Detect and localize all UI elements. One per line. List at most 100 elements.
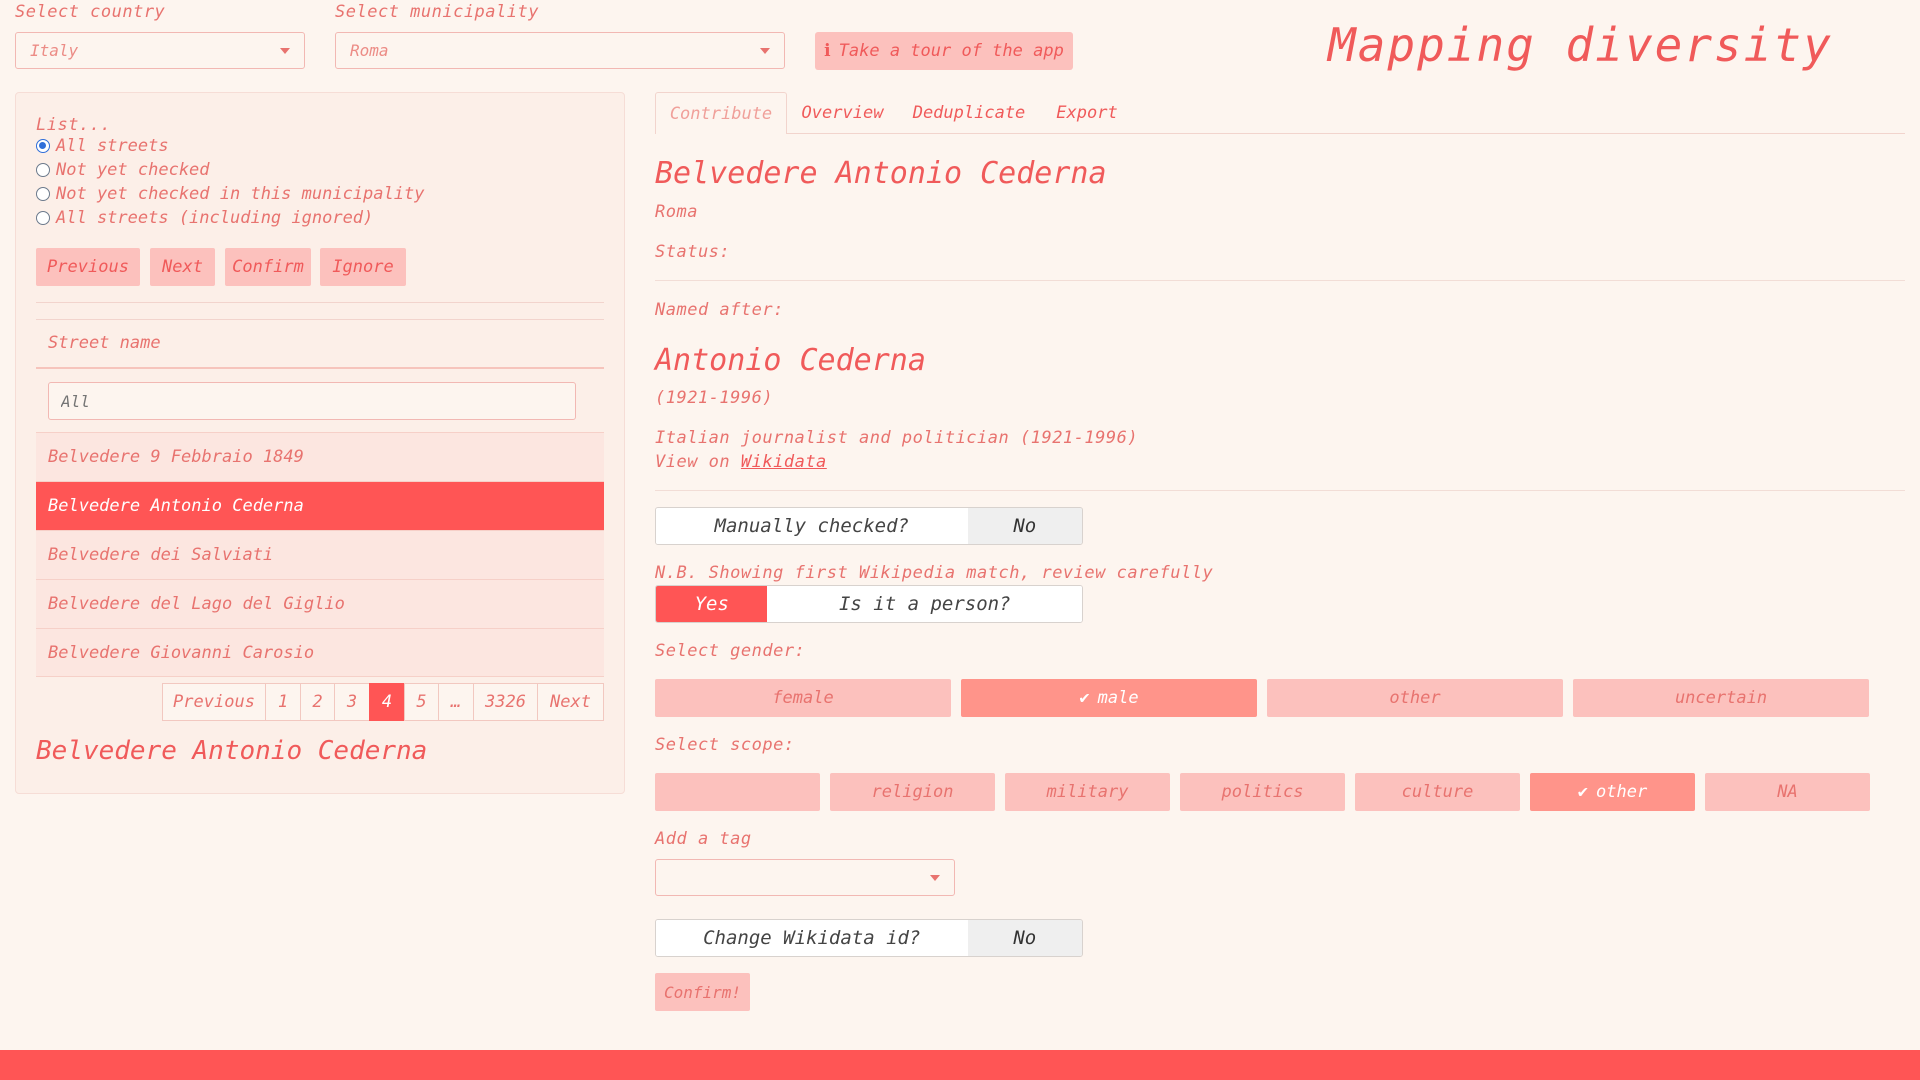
status-label: Status: bbox=[655, 242, 731, 262]
scope-option-religion[interactable]: religion bbox=[830, 773, 995, 811]
app-title: Mapping diversity bbox=[1328, 18, 1833, 72]
ignore-button[interactable]: Ignore bbox=[320, 248, 406, 286]
chevron-down-icon bbox=[280, 47, 290, 54]
scope-option-label: culture bbox=[1401, 782, 1474, 802]
named-after-label: Named after: bbox=[655, 300, 784, 320]
gender-option-male[interactable]: ✔ male bbox=[961, 679, 1257, 717]
change-wikidata-label: Change Wikidata id? bbox=[656, 920, 968, 956]
tour-button[interactable]: i Take a tour of the app bbox=[815, 32, 1073, 70]
scope-option-other[interactable]: ✔ other bbox=[1530, 773, 1695, 811]
tab-contribute[interactable]: Contribute bbox=[655, 92, 787, 134]
table-row-selected[interactable]: Belvedere Antonio Cederna bbox=[36, 481, 604, 530]
radio-icon[interactable] bbox=[36, 211, 50, 225]
header-underline bbox=[36, 367, 604, 369]
scope-option-culture[interactable]: culture bbox=[1355, 773, 1520, 811]
street-title: Belvedere Antonio Cederna bbox=[655, 156, 1107, 191]
gender-option-female[interactable]: female bbox=[655, 679, 951, 717]
table-row[interactable]: Belvedere Giovanni Carosio bbox=[36, 628, 604, 677]
view-on-text: View on bbox=[655, 452, 731, 472]
municipality-select[interactable]: Roma bbox=[335, 32, 785, 69]
info-icon: i bbox=[824, 41, 831, 61]
pagination-ellipsis: … bbox=[438, 683, 474, 721]
gender-label: Select gender: bbox=[655, 641, 806, 661]
scope-option-na[interactable]: NA bbox=[1705, 773, 1870, 811]
table-row[interactable]: Belvedere dei Salviati bbox=[36, 530, 604, 579]
nb-note: N.B. Showing first Wikipedia match, revi… bbox=[655, 563, 1214, 583]
street-name-column-header[interactable]: Street name bbox=[48, 333, 161, 353]
check-icon: ✔ bbox=[1079, 688, 1090, 708]
pagination-page[interactable]: 5 bbox=[404, 683, 439, 721]
manually-checked-value[interactable]: No bbox=[967, 508, 1082, 544]
pagination-page[interactable]: 3326 bbox=[473, 683, 538, 721]
divider bbox=[655, 280, 1905, 281]
pagination-page[interactable]: 1 bbox=[265, 683, 301, 721]
gender-option-other[interactable]: other bbox=[1267, 679, 1563, 717]
scope-option-politics[interactable]: politics bbox=[1180, 773, 1345, 811]
street-filter-input[interactable] bbox=[48, 382, 576, 420]
person-description: Italian journalist and politician (1921-… bbox=[655, 428, 1139, 448]
radio-label: Not yet checked bbox=[56, 160, 210, 180]
check-icon: ✔ bbox=[1577, 782, 1589, 802]
municipality-label: Select municipality bbox=[335, 2, 539, 22]
tab-export[interactable]: Export bbox=[1050, 92, 1124, 134]
divider bbox=[655, 490, 1905, 491]
radio-all-including-ignored[interactable]: All streets (including ignored) bbox=[36, 208, 373, 228]
is-person-label: Is it a person? bbox=[767, 586, 1082, 622]
radio-not-yet-checked[interactable]: Not yet checked bbox=[36, 160, 210, 180]
scope-option-blank[interactable] bbox=[655, 773, 820, 811]
is-person-toggle[interactable]: Yes Is it a person? bbox=[655, 585, 1083, 623]
tab-overview[interactable]: Overview bbox=[795, 92, 890, 134]
radio-not-yet-checked-municipality[interactable]: Not yet checked in this municipality bbox=[36, 184, 424, 204]
manually-checked-label: Manually checked? bbox=[656, 508, 968, 544]
radio-icon[interactable] bbox=[36, 163, 50, 177]
radio-label: All streets bbox=[56, 136, 169, 156]
scope-option-label: NA bbox=[1777, 782, 1798, 802]
previous-button[interactable]: Previous bbox=[36, 248, 140, 286]
tour-button-label: Take a tour of the app bbox=[838, 41, 1064, 61]
chevron-down-icon bbox=[760, 47, 770, 54]
person-name: Antonio Cederna bbox=[655, 343, 926, 378]
gender-option-label: other bbox=[1389, 688, 1441, 708]
gender-option-uncertain[interactable]: uncertain bbox=[1573, 679, 1869, 717]
country-label: Select country bbox=[15, 2, 166, 22]
wikidata-line: View on Wikidata bbox=[655, 452, 827, 472]
table-row[interactable]: Belvedere 9 Febbraio 1849 bbox=[36, 432, 604, 481]
sidebar-panel: List... All streets Not yet checked Not … bbox=[15, 92, 625, 794]
municipality-name: Roma bbox=[655, 202, 698, 222]
table-row[interactable]: Belvedere del Lago del Giglio bbox=[36, 579, 604, 628]
radio-label: Not yet checked in this municipality bbox=[56, 184, 425, 204]
is-person-value[interactable]: Yes bbox=[656, 586, 768, 622]
gender-option-label: uncertain bbox=[1674, 688, 1768, 708]
divider bbox=[36, 319, 604, 320]
country-select[interactable]: Italy bbox=[15, 32, 305, 69]
scope-option-label: military bbox=[1046, 782, 1129, 802]
chevron-down-icon bbox=[930, 874, 940, 881]
footer-bar bbox=[0, 1050, 1920, 1080]
change-wikidata-toggle[interactable]: Change Wikidata id? No bbox=[655, 919, 1083, 957]
radio-label: All streets (including ignored) bbox=[56, 208, 374, 228]
manually-checked-toggle[interactable]: Manually checked? No bbox=[655, 507, 1083, 545]
next-button[interactable]: Next bbox=[150, 248, 215, 286]
radio-icon[interactable] bbox=[36, 187, 50, 201]
pagination-page[interactable]: 3 bbox=[334, 683, 370, 721]
selected-street-caption: Belvedere Antonio Cederna bbox=[36, 736, 428, 766]
pagination-previous[interactable]: Previous bbox=[162, 683, 266, 721]
change-wikidata-value[interactable]: No bbox=[967, 920, 1082, 956]
wikidata-link[interactable]: Wikidata bbox=[741, 452, 827, 472]
confirm-button[interactable]: Confirm bbox=[225, 248, 311, 286]
radio-all-streets[interactable]: All streets bbox=[36, 136, 169, 156]
radio-icon[interactable] bbox=[36, 139, 50, 153]
tab-deduplicate[interactable]: Deduplicate bbox=[906, 92, 1032, 134]
confirm-submit-button[interactable]: Confirm! bbox=[655, 973, 750, 1011]
pagination-page[interactable]: 2 bbox=[300, 683, 335, 721]
pagination-next[interactable]: Next bbox=[537, 683, 604, 721]
scope-option-military[interactable]: military bbox=[1005, 773, 1170, 811]
tabs-underline bbox=[787, 133, 1905, 134]
scope-label: Select scope: bbox=[655, 735, 795, 755]
tag-select[interactable] bbox=[655, 859, 955, 896]
gender-option-label: female bbox=[772, 688, 834, 708]
person-years: (1921-1996) bbox=[655, 388, 774, 408]
pagination-page-active[interactable]: 4 bbox=[369, 683, 405, 721]
scope-option-label: religion bbox=[871, 782, 954, 802]
country-value: Italy bbox=[30, 41, 79, 60]
